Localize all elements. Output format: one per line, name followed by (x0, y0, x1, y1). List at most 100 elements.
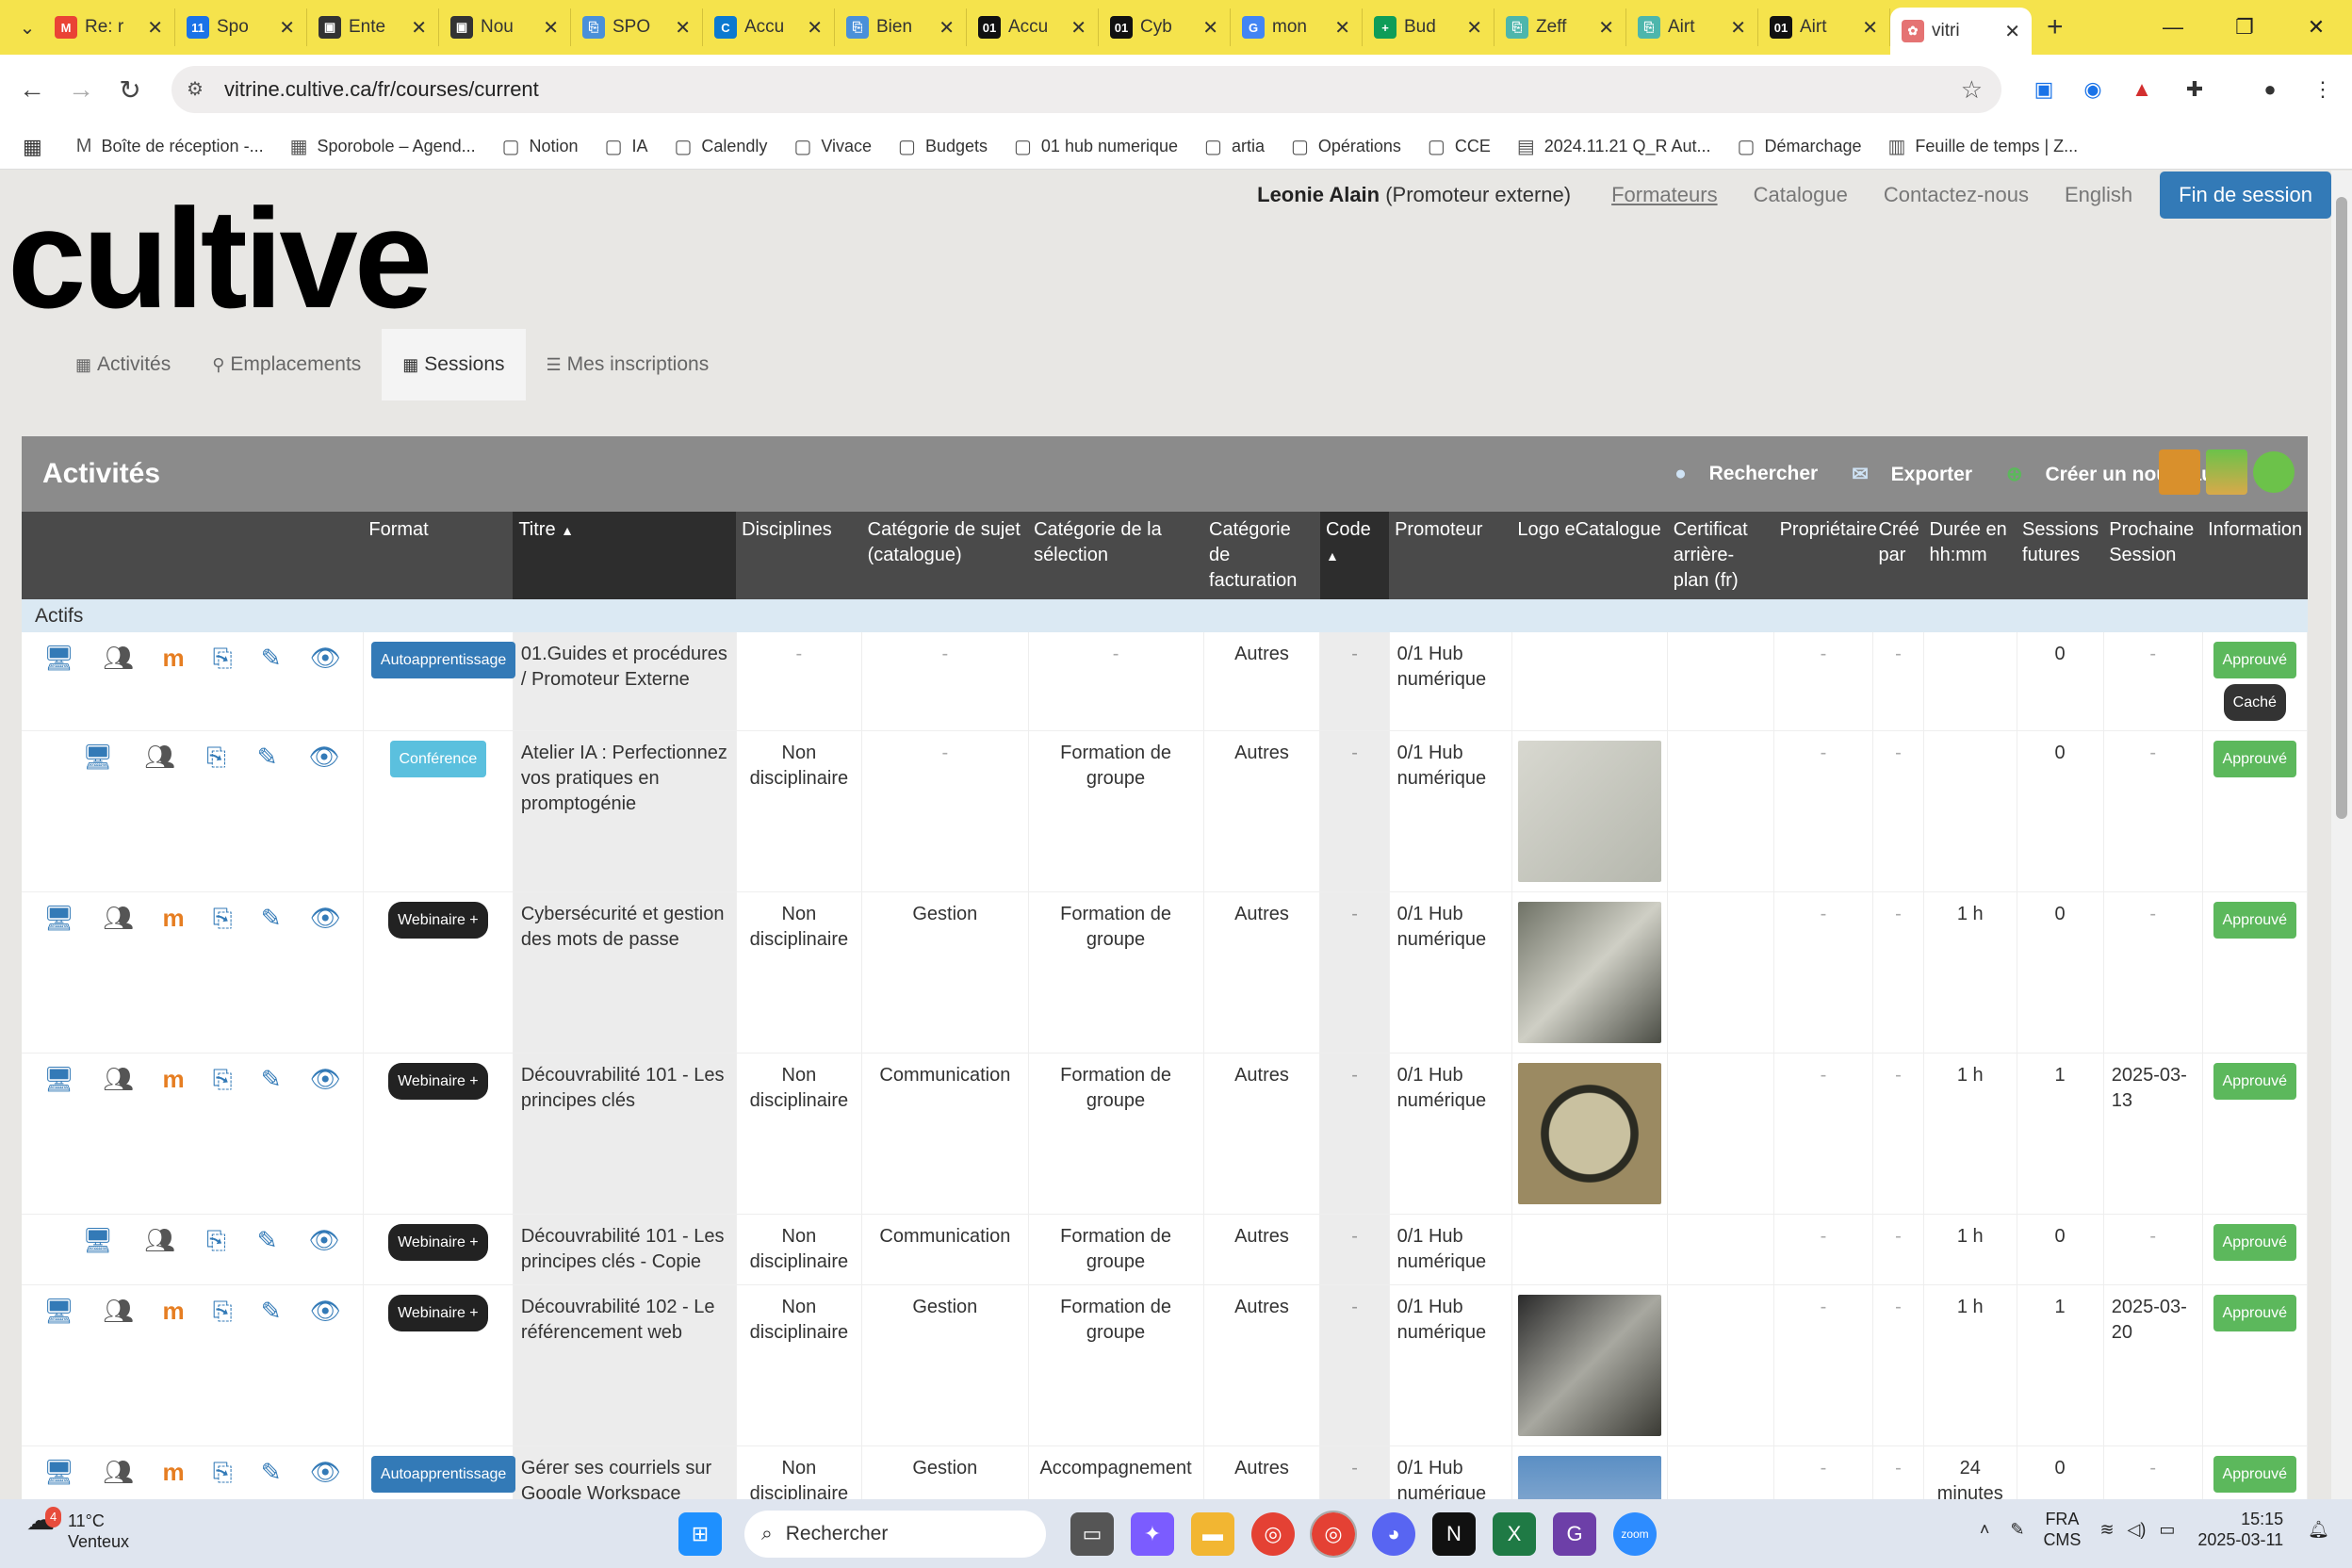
bookmark-item[interactable]: ▥ Feuille de temps | Z... (1888, 135, 2079, 158)
minimize-button[interactable]: — (2137, 15, 2209, 40)
column-header[interactable]: Durée en hh:mm (1923, 512, 2017, 599)
browser-tab[interactable]: M Re: r ✕ (43, 8, 175, 46)
file-explorer-icon[interactable]: ▬ (1191, 1512, 1234, 1556)
extension-icon[interactable]: ▣ (2028, 74, 2060, 106)
chevron-up-icon[interactable]: ˄ (1980, 1520, 1990, 1540)
column-header[interactable]: Format (363, 512, 514, 599)
close-tab-icon[interactable]: ✕ (1202, 16, 1218, 40)
users-icon[interactable]: 👥︎ (144, 744, 175, 770)
column-header[interactable]: Certificat arrière-plan (fr) (1667, 512, 1774, 599)
copy-icon[interactable]: ⎘ (206, 744, 226, 770)
nav-english[interactable]: English (2065, 183, 2132, 207)
wifi-icon[interactable]: ≋ (2099, 1520, 2114, 1540)
copy-icon[interactable]: ⎘ (213, 1067, 233, 1092)
bookmark-item[interactable]: ▢ IA (605, 135, 648, 158)
users-icon[interactable]: 👥︎ (144, 1228, 175, 1253)
bookmark-item[interactable]: ▢ 01 hub numerique (1014, 135, 1178, 158)
close-tab-icon[interactable]: ✕ (1070, 16, 1086, 40)
bookmark-item[interactable]: ▢ Budgets (898, 135, 988, 158)
bookmark-item[interactable]: ▢ Démarchage (1738, 135, 1862, 158)
desktop-icon[interactable]: 🖥︎ (43, 645, 74, 671)
view-eye-icon[interactable]: 👁︎ (308, 744, 339, 770)
browser-tab[interactable]: ✿ vitri ✕ (1890, 8, 2032, 55)
column-header[interactable] (22, 512, 364, 599)
moodle-icon[interactable]: m (162, 645, 184, 671)
nav-catalogue[interactable]: Catalogue (1754, 183, 1848, 207)
back-button[interactable]: ← (8, 74, 57, 105)
bookmark-item[interactable]: ▢ Notion (502, 135, 579, 158)
edit-pencil-icon[interactable]: ✎ (261, 1460, 282, 1485)
notifications-bell-icon[interactable]: 🔔︎ (2308, 1520, 2329, 1540)
battery-icon[interactable]: ▭ (2159, 1520, 2175, 1540)
view-eye-icon[interactable]: 👁︎ (310, 645, 341, 671)
desktop-icon[interactable]: 🖥︎ (82, 744, 113, 770)
browser-tab[interactable]: ⎘ Bien ✕ (835, 8, 967, 46)
moodle-icon[interactable]: m (162, 1067, 184, 1092)
edit-pencil-icon[interactable]: ✎ (257, 1228, 278, 1253)
column-header[interactable]: Logo eCatalogue (1511, 512, 1668, 599)
close-tab-icon[interactable]: ✕ (147, 16, 163, 40)
column-header[interactable]: Sessions futures (2017, 512, 2104, 599)
copilot-icon[interactable]: ✦ (1131, 1512, 1174, 1556)
start-windows-icon[interactable]: ⊞ (678, 1512, 722, 1556)
close-tab-icon[interactable]: ✕ (411, 16, 427, 40)
check-circle-icon[interactable] (2253, 451, 2295, 493)
approve-stack-icon[interactable] (2206, 449, 2247, 495)
extension-icon[interactable]: ◉ (2077, 74, 2109, 106)
pdf-extension-icon[interactable]: ▲ (2126, 74, 2158, 106)
volume-icon[interactable]: ◁) (2128, 1520, 2147, 1540)
users-icon[interactable]: 👥︎ (103, 906, 134, 931)
column-header[interactable]: Propriétaire (1773, 512, 1877, 599)
excel-icon[interactable]: X (1493, 1512, 1536, 1556)
new-tab-button[interactable]: + (2047, 11, 2064, 43)
site-info-icon[interactable]: ⚙ (187, 77, 204, 101)
desktop-icon[interactable]: 🖥︎ (43, 906, 74, 931)
browser-tab[interactable]: 01 Cyb ✕ (1099, 8, 1231, 46)
view-eye-icon[interactable]: 👁︎ (310, 1460, 341, 1485)
edit-pencil-icon[interactable]: ✎ (261, 906, 282, 931)
tab-mes-inscriptions[interactable]: ☰ Mes inscriptions (526, 329, 730, 400)
browser-tab[interactable]: 01 Accu ✕ (967, 8, 1099, 46)
bookmark-item[interactable]: ▦ Sporobole – Agend... (290, 135, 476, 158)
chrome-menu-icon[interactable]: ⋮ (2307, 74, 2339, 106)
clock[interactable]: 15:15 2025-03-11 (2197, 1509, 2283, 1550)
edit-pencil-icon[interactable]: ✎ (261, 1067, 282, 1092)
column-header[interactable]: Promoteur (1389, 512, 1512, 599)
edit-pencil-icon[interactable]: ✎ (261, 645, 282, 671)
export-link[interactable]: ✉ Exporter (1835, 463, 1972, 486)
browser-tab[interactable]: Gmon ✕ (1231, 8, 1363, 46)
site-logo[interactable]: cultive (8, 188, 433, 329)
column-header[interactable]: Information (2202, 512, 2308, 599)
tab-emplacements[interactable]: ⚲ Emplacements (191, 329, 382, 400)
chrome-icon[interactable]: ◎ (1251, 1512, 1295, 1556)
browser-tab[interactable]: ⎘ Zeff ✕ (1494, 8, 1626, 46)
desktop-icon[interactable]: 🖥︎ (82, 1228, 113, 1253)
close-tab-icon[interactable]: ✕ (675, 16, 691, 40)
close-tab-icon[interactable]: ✕ (543, 16, 559, 40)
browser-tab[interactable]: ⎘ Airt ✕ (1626, 8, 1758, 46)
copy-icon[interactable]: ⎘ (213, 1460, 233, 1485)
bookmark-item[interactable]: M Boîte de réception -... (76, 135, 264, 158)
copy-icon[interactable]: ⎘ (213, 1298, 233, 1324)
browser-tab[interactable]: C Accu ✕ (703, 8, 835, 46)
browser-tab[interactable]: ⎘ SPO ✕ (571, 8, 703, 46)
bookmark-item[interactable]: ▢ artia (1204, 135, 1265, 158)
bookmark-item[interactable]: ▢ Opérations (1291, 135, 1401, 158)
profile-avatar-icon[interactable]: ● (2254, 74, 2286, 106)
close-tab-icon[interactable]: ✕ (1730, 16, 1746, 40)
apps-grid-icon[interactable]: ▦ (23, 135, 42, 159)
view-eye-icon[interactable]: 👁︎ (308, 1228, 339, 1253)
extensions-puzzle-icon[interactable]: ✚ (2179, 74, 2211, 106)
users-icon[interactable]: 👥︎ (103, 1298, 134, 1324)
browser-tab[interactable]: 01 Airt ✕ (1758, 8, 1890, 46)
copy-icon[interactable]: ⎘ (213, 906, 233, 931)
tab-activites[interactable]: ▦ Activités (55, 329, 191, 400)
desktop-icon[interactable]: 🖥︎ (43, 1067, 74, 1092)
column-header[interactable]: Catégorie de la sélection (1028, 512, 1204, 599)
bookmark-star-icon[interactable]: ☆ (1961, 75, 1983, 105)
users-icon[interactable]: 👥︎ (103, 1460, 134, 1485)
copy-icon[interactable]: ⎘ (213, 645, 233, 671)
edit-pencil-icon[interactable]: ✎ (261, 1298, 282, 1324)
close-tab-icon[interactable]: ✕ (807, 16, 823, 40)
view-eye-icon[interactable]: 👁︎ (310, 1067, 341, 1092)
